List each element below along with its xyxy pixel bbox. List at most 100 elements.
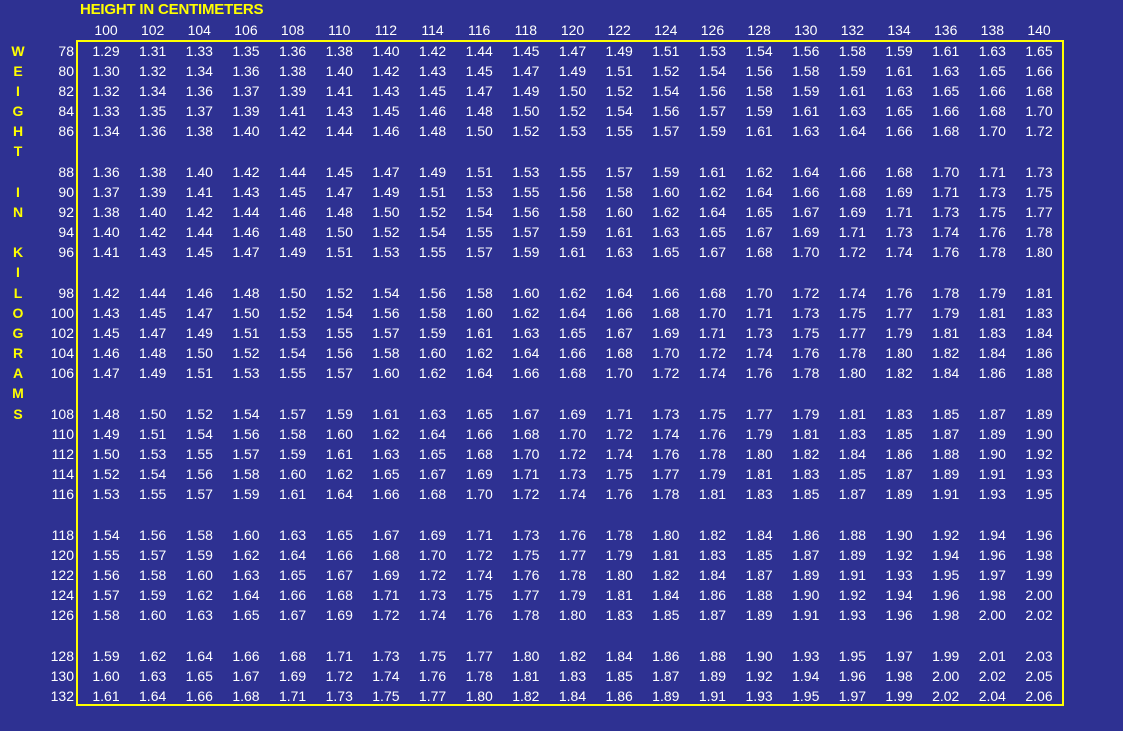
- table-cell: 1.51: [652, 43, 680, 59]
- row-header: 110: [51, 426, 74, 442]
- table-cell: 1.82: [932, 345, 960, 361]
- row-header: 114: [51, 466, 74, 482]
- table-cell: 1.73: [885, 224, 913, 240]
- table-cell: 1.57: [325, 365, 353, 381]
- table-cell: 1.47: [325, 184, 353, 200]
- table-cell: 1.82: [698, 527, 727, 543]
- table-cell: 1.58: [838, 43, 867, 59]
- table-cell: 1.52: [92, 466, 120, 482]
- table-cell: 1.38: [139, 164, 167, 180]
- table-cell: 1.71: [512, 466, 540, 482]
- table-cell: 1.58: [139, 567, 167, 583]
- table-cell: 1.74: [932, 224, 960, 240]
- table-cell: 1.70: [605, 365, 633, 381]
- table-cell: 1.57: [232, 446, 260, 462]
- table-cell: 1.76: [745, 365, 773, 381]
- table-cell: 1.63: [885, 83, 913, 99]
- table-cell: 1.65: [372, 466, 400, 482]
- table-cell: 1.80: [605, 567, 633, 583]
- table-cell: 1.53: [465, 184, 493, 200]
- table-cell: 1.57: [698, 103, 727, 119]
- table-cell: 1.53: [372, 244, 400, 260]
- table-cell: 1.82: [558, 648, 587, 664]
- table-cell: 1.75: [605, 466, 633, 482]
- table-cell: 1.90: [1025, 426, 1053, 442]
- table-cell: 1.66: [512, 365, 540, 381]
- table-cell: 1.70: [698, 305, 727, 321]
- table-cell: 1.55: [558, 164, 587, 180]
- table-cell: 1.46: [278, 204, 307, 220]
- table-cell: 1.80: [512, 648, 540, 664]
- table-cell: 1.78: [698, 446, 727, 462]
- table-cell: 1.84: [1025, 325, 1053, 341]
- table-cell: 2.02: [1025, 607, 1053, 623]
- table-cell: 1.47: [92, 365, 120, 381]
- table-cell: 1.54: [232, 406, 260, 422]
- table-cell: 1.84: [558, 688, 587, 704]
- axis-label-letter: L: [13, 285, 23, 301]
- table-cell: 1.66: [792, 184, 820, 200]
- table-cell: 1.38: [92, 204, 120, 220]
- table-cell: 1.63: [232, 567, 260, 583]
- axis-label-letter: W: [11, 43, 25, 59]
- table-cell: 1.78: [978, 244, 1006, 260]
- table-cell: 1.37: [92, 184, 120, 200]
- table-cell: 1.60: [325, 426, 353, 442]
- table-cell: 1.59: [885, 43, 913, 59]
- table-cell: 1.48: [139, 345, 167, 361]
- table-cell: 1.98: [978, 587, 1006, 603]
- table-cell: 1.72: [558, 446, 587, 462]
- column-header: 112: [374, 22, 398, 38]
- table-cell: 1.66: [558, 345, 587, 361]
- axis-label-letter: N: [12, 204, 24, 220]
- table-cell: 1.50: [92, 446, 120, 462]
- table-cell: 1.76: [652, 446, 680, 462]
- table-cell: 1.92: [885, 547, 913, 563]
- table-cell: 1.79: [558, 587, 587, 603]
- table-cell: 1.42: [92, 285, 120, 301]
- table-cell: 1.75: [418, 648, 447, 664]
- table-cell: 1.57: [139, 547, 167, 563]
- table-cell: 1.90: [792, 587, 820, 603]
- table-cell: 1.59: [139, 587, 167, 603]
- table-cell: 1.95: [1025, 486, 1053, 502]
- axis-label-letter: I: [16, 184, 20, 200]
- column-header: 122: [607, 22, 631, 38]
- table-cell: 1.45: [465, 63, 493, 79]
- table-cell: 1.42: [278, 123, 307, 139]
- table-cell: 1.57: [652, 123, 680, 139]
- row-header: 116: [51, 486, 74, 502]
- table-cell: 1.69: [418, 527, 447, 543]
- table-cell: 1.56: [558, 184, 587, 200]
- table-cell: 1.76: [558, 527, 587, 543]
- table-cell: 1.50: [558, 83, 587, 99]
- table-cell: 1.97: [838, 688, 867, 704]
- table-cell: 1.85: [745, 547, 773, 563]
- table-cell: 1.63: [185, 607, 213, 623]
- table-cell: 1.79: [745, 426, 773, 442]
- table-cell: 1.50: [465, 123, 493, 139]
- table-cell: 1.36: [232, 63, 260, 79]
- table-cell: 1.79: [698, 466, 727, 482]
- table-cell: 1.46: [232, 224, 260, 240]
- table-cell: 1.80: [838, 365, 867, 381]
- table-cell: 1.66: [465, 426, 493, 442]
- table-cell: 1.86: [652, 648, 680, 664]
- table-cell: 1.56: [512, 204, 540, 220]
- table-cell: 1.38: [278, 63, 307, 79]
- table-cell: 1.69: [652, 325, 680, 341]
- table-cell: 1.54: [278, 345, 307, 361]
- row-header: 112: [51, 446, 74, 462]
- table-cell: 1.72: [605, 426, 633, 442]
- table-cell: 1.86: [698, 587, 727, 603]
- table-cell: 1.51: [232, 325, 260, 341]
- table-cell: 1.80: [1025, 244, 1053, 260]
- table-cell: 1.59: [745, 103, 773, 119]
- table-cell: 1.65: [325, 527, 353, 543]
- table-cell: 1.87: [745, 567, 773, 583]
- table-cell: 1.74: [558, 486, 587, 502]
- table-cell: 1.65: [698, 224, 727, 240]
- table-cell: 1.40: [372, 43, 400, 59]
- table-cell: 1.32: [139, 63, 167, 79]
- table-cell: 1.53: [232, 365, 260, 381]
